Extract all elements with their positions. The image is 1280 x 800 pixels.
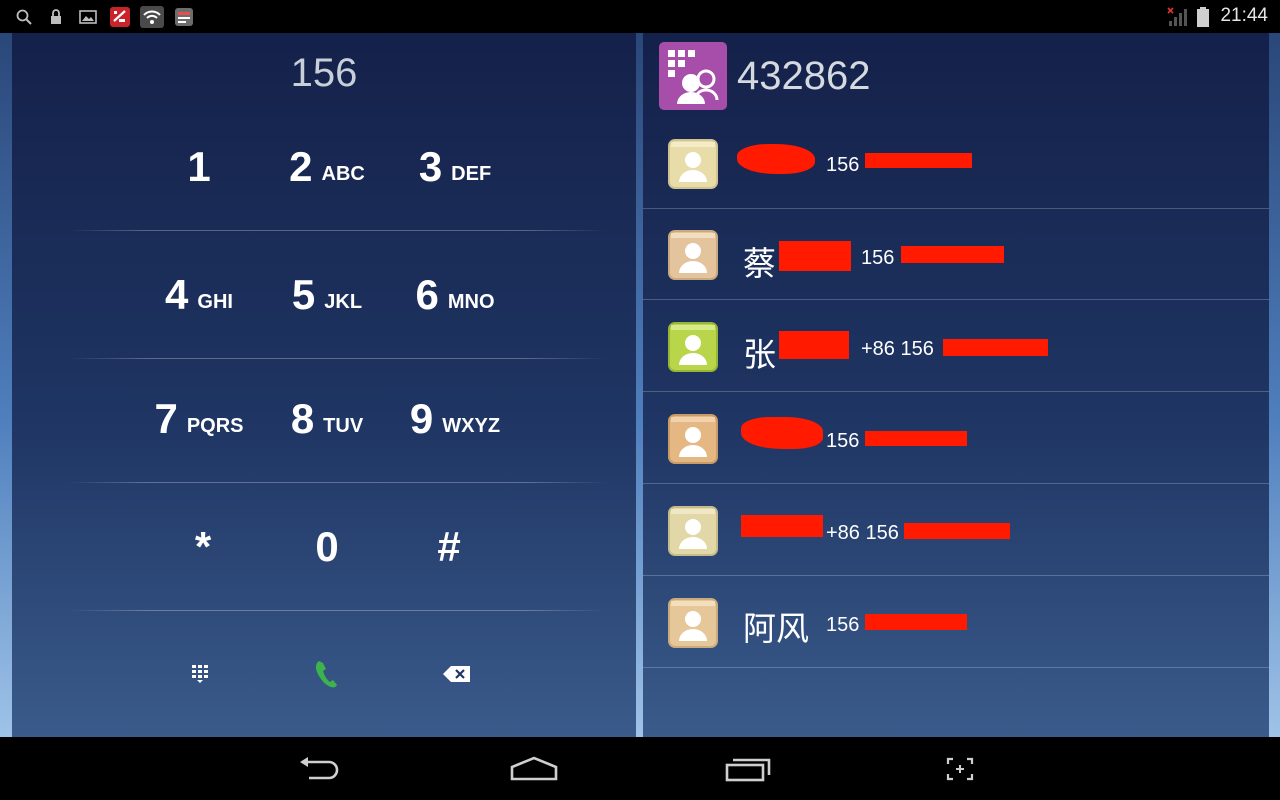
redaction-mark — [779, 331, 849, 359]
battery-icon — [1196, 7, 1210, 27]
key-row-1: 1 2 ABC 3 DEF — [67, 103, 607, 231]
screenshot-icon[interactable] — [920, 749, 1000, 789]
contact-avatar — [667, 138, 719, 190]
search-icon — [14, 7, 34, 27]
app-notification-icon — [108, 7, 132, 27]
key-6[interactable]: 6 MNO — [393, 231, 517, 359]
contact-item[interactable]: 蔡 156 — [643, 209, 1269, 300]
key-row-4: * 0 # — [67, 483, 607, 611]
key-row-2: 4 GHI 5 JKL 6 MNO — [67, 231, 607, 359]
dialer-panel: 156 1 2 ABC 3 DEF 4 GHI 5 JKL 6 MNO 7 PQ… — [12, 33, 636, 737]
contact-avatar — [667, 413, 719, 465]
wifi-icon — [139, 6, 165, 28]
home-icon[interactable] — [494, 749, 574, 789]
search-query: 432862 — [737, 53, 871, 98]
redaction-mark — [865, 153, 972, 168]
contact-number: 156 — [861, 247, 895, 269]
key-1[interactable]: 1 — [137, 103, 261, 231]
back-icon[interactable] — [280, 749, 360, 789]
contacts-app-logo — [659, 42, 727, 110]
backspace-icon[interactable] — [395, 611, 519, 737]
contact-avatar — [667, 505, 719, 557]
redaction-mark — [943, 339, 1048, 356]
contact-item[interactable]: 阿风 156 — [643, 577, 1269, 668]
key-8[interactable]: 8 TUV — [265, 355, 389, 483]
image-icon — [78, 7, 98, 27]
redaction-mark — [741, 515, 823, 537]
contact-avatar — [667, 229, 719, 281]
lock-icon — [47, 7, 65, 27]
app-icon — [172, 7, 196, 27]
key-star[interactable]: * — [141, 483, 265, 611]
contact-number: +86 156 — [826, 522, 899, 544]
redaction-mark — [741, 417, 823, 449]
signal-icon — [1166, 7, 1190, 27]
dialed-digits[interactable]: 156 — [12, 51, 636, 96]
keypad-toggle-icon[interactable] — [139, 611, 263, 737]
contact-results-panel: 432862 156 蔡 156 张 +86 156 156 +86 156 阿… — [643, 33, 1269, 737]
key-2[interactable]: 2 ABC — [265, 103, 389, 231]
key-row-3: 7 PQRS 8 TUV 9 WXYZ — [67, 355, 607, 483]
contact-avatar — [667, 597, 719, 649]
redaction-mark — [901, 246, 1004, 263]
redaction-mark — [737, 144, 815, 174]
navigation-bar — [0, 737, 1280, 800]
key-9[interactable]: 9 WXYZ — [393, 355, 517, 483]
key-7[interactable]: 7 PQRS — [137, 355, 261, 483]
redaction-mark — [865, 614, 967, 630]
redaction-mark — [865, 431, 967, 446]
redaction-mark — [779, 241, 851, 271]
contact-item[interactable]: 156 — [643, 118, 1269, 209]
recent-apps-icon[interactable] — [708, 749, 788, 789]
redaction-mark — [904, 523, 1010, 539]
contact-number: 156 — [826, 154, 860, 176]
contact-item[interactable]: 156 — [643, 393, 1269, 484]
call-icon[interactable] — [265, 611, 389, 737]
key-0[interactable]: 0 — [265, 483, 389, 611]
contact-avatar — [667, 321, 719, 373]
results-header: 432862 — [659, 42, 870, 110]
contact-name: 张 — [743, 335, 776, 374]
key-hash[interactable]: # — [387, 483, 511, 611]
key-5[interactable]: 5 JKL — [265, 231, 389, 359]
contact-name: 蔡 — [743, 244, 776, 283]
contact-number: 156 — [826, 614, 860, 636]
contact-number: +86 156 — [861, 338, 934, 360]
clock: 21:44 — [1220, 5, 1268, 26]
contact-item[interactable]: +86 156 — [643, 485, 1269, 576]
dialer-actions — [67, 611, 607, 737]
contact-name: 阿风 — [743, 609, 809, 648]
key-3[interactable]: 3 DEF — [393, 103, 517, 231]
key-4[interactable]: 4 GHI — [137, 231, 261, 359]
contact-number: 156 — [826, 430, 860, 452]
contact-item[interactable]: 张 +86 156 — [643, 301, 1269, 392]
main-area: 156 1 2 ABC 3 DEF 4 GHI 5 JKL 6 MNO 7 PQ… — [0, 33, 1280, 737]
status-bar: 21:44 — [0, 0, 1280, 33]
